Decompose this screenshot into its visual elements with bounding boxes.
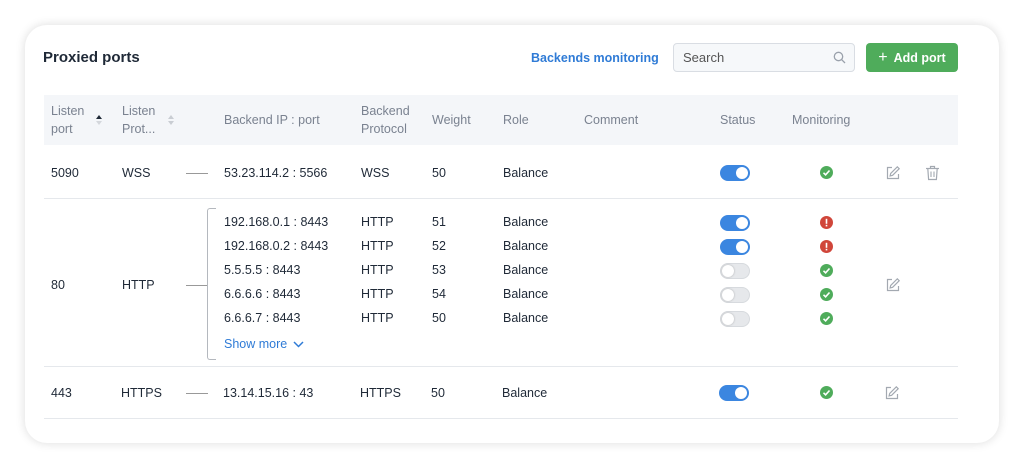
sort-asc-icon[interactable] — [96, 114, 102, 126]
status-toggle[interactable] — [720, 239, 750, 255]
column-role: Role — [503, 113, 529, 127]
edit-icon[interactable] — [884, 385, 900, 401]
listen-protocol: HTTPS — [121, 386, 162, 400]
status-toggle[interactable] — [720, 215, 750, 231]
connector-line — [186, 173, 208, 174]
backend-ip: 6.6.6.7 : 8443 — [224, 311, 301, 325]
weight: 53 — [432, 263, 446, 277]
table-header: Listen port Listen Prot... Backend IP : … — [44, 95, 958, 145]
edit-icon[interactable] — [885, 277, 901, 293]
search-box[interactable] — [673, 43, 855, 72]
backend-group-bracket — [207, 208, 216, 360]
error-icon — [820, 216, 833, 229]
backend-protocol: WSS — [361, 166, 390, 180]
column-comment: Comment — [584, 113, 639, 127]
backend-ip: 192.168.0.1 : 8443 — [224, 215, 329, 229]
weight: 51 — [432, 215, 446, 229]
status-toggle[interactable] — [720, 311, 750, 327]
role: Balance — [503, 263, 549, 277]
connector-line — [186, 393, 208, 394]
check-icon — [820, 166, 833, 179]
status-toggle[interactable] — [720, 287, 750, 303]
backend-protocol: HTTP — [361, 287, 394, 301]
chevron-down-icon — [293, 340, 304, 348]
column-backend-protocol: Backend Protocol — [361, 104, 410, 136]
column-status: Status — [720, 113, 756, 127]
backend-protocol: HTTP — [361, 239, 394, 253]
weight: 50 — [431, 386, 445, 400]
check-icon — [820, 312, 833, 325]
status-toggle[interactable] — [720, 263, 750, 279]
backends-monitoring-link[interactable]: Backends monitoring — [531, 51, 659, 65]
backend-protocol: HTTP — [361, 215, 394, 229]
page-title: Proxied ports — [43, 49, 140, 66]
add-port-button[interactable]: + Add port — [866, 43, 958, 72]
row-divider — [44, 418, 958, 419]
status-toggle[interactable] — [719, 385, 749, 401]
role: Balance — [503, 239, 549, 253]
column-monitoring: Monitoring — [792, 113, 851, 127]
listen-protocol: HTTP — [122, 278, 155, 292]
row-divider — [44, 366, 958, 367]
check-icon — [820, 264, 833, 277]
backend-protocol: HTTP — [361, 311, 394, 325]
backend-ip: 53.23.114.2 : 5566 — [224, 166, 328, 180]
column-listen-protocol[interactable]: Listen Prot... — [122, 102, 155, 138]
add-port-label: Add port — [893, 50, 946, 65]
listen-port: 443 — [51, 386, 72, 400]
check-icon — [820, 288, 833, 301]
role: Balance — [502, 386, 548, 400]
backend-ip: 6.6.6.6 : 8443 — [224, 287, 301, 301]
search-input[interactable] — [674, 44, 823, 71]
trash-icon[interactable] — [925, 165, 940, 181]
row-divider — [44, 198, 958, 199]
role: Balance — [503, 311, 549, 325]
edit-icon[interactable] — [885, 165, 901, 181]
proxied-ports-card: Proxied ports Backends monitoring + Add … — [25, 25, 999, 443]
backend-protocol: HTTP — [361, 263, 394, 277]
column-listen-port[interactable]: Listen port — [51, 102, 84, 138]
check-icon — [820, 386, 833, 399]
weight: 50 — [432, 311, 446, 325]
role: Balance — [503, 287, 549, 301]
backend-protocol: HTTPS — [360, 386, 401, 400]
weight: 52 — [432, 239, 446, 253]
role: Balance — [503, 166, 549, 180]
listen-protocol: WSS — [122, 166, 151, 180]
search-icon — [833, 51, 846, 64]
status-toggle[interactable] — [720, 165, 750, 181]
weight: 50 — [432, 166, 446, 180]
error-icon — [820, 240, 833, 253]
backend-ip: 192.168.0.2 : 8443 — [224, 239, 329, 253]
show-more-link[interactable]: Show more — [224, 337, 304, 351]
plus-icon: + — [878, 48, 888, 66]
column-backend-ip: Backend IP : port — [224, 113, 320, 127]
role: Balance — [503, 215, 549, 229]
listen-port: 5090 — [51, 166, 79, 180]
sort-icon[interactable] — [168, 114, 174, 126]
backend-ip: 5.5.5.5 : 8443 — [224, 263, 301, 277]
weight: 54 — [432, 287, 446, 301]
column-weight: Weight — [432, 113, 471, 127]
backend-ip: 13.14.15.16 : 43 — [223, 386, 314, 400]
listen-port: 80 — [51, 278, 65, 292]
connector-line — [186, 285, 208, 286]
